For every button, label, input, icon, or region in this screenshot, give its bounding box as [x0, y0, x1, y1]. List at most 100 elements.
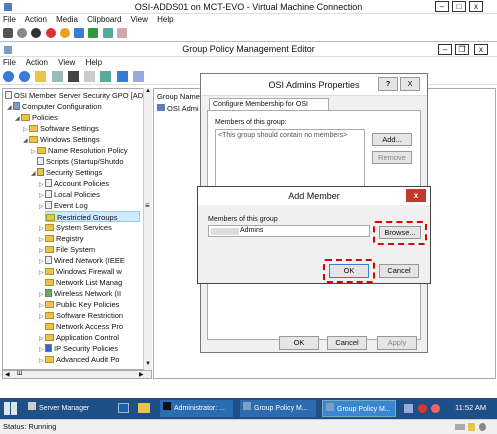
member-name-input[interactable]: Admins — [208, 225, 370, 237]
vm-menu-media[interactable]: Media — [56, 15, 78, 24]
view-icon[interactable] — [132, 71, 144, 82]
add-button[interactable]: Add... — [372, 133, 412, 146]
clock[interactable]: 11:52 AM — [455, 403, 486, 412]
properties-close-button[interactable]: X — [400, 77, 420, 91]
explorer-icon[interactable] — [138, 403, 150, 413]
tree-item[interactable]: Scripts (Startup/Shutdo — [37, 156, 124, 167]
tree-item[interactable]: ▷ Advanced Audit Po — [39, 354, 119, 365]
scroll-right-icon[interactable]: ▶ — [139, 371, 144, 378]
scroll-down-icon[interactable]: ▼ — [145, 361, 151, 367]
powershell-icon[interactable] — [118, 403, 129, 413]
folder-icon — [45, 246, 54, 253]
forward-arrow-icon[interactable] — [19, 71, 31, 82]
scroll-up-icon[interactable]: ▲ — [145, 88, 151, 94]
tree-item[interactable]: ▷ IP Security Policies — [39, 343, 118, 354]
properties-apply-button[interactable]: Apply — [377, 336, 417, 350]
user-icon — [479, 423, 486, 431]
revert-icon[interactable] — [116, 28, 127, 38]
vm-menu-action[interactable]: Action — [25, 15, 47, 24]
tree-item[interactable]: ◢ Policies — [15, 112, 58, 123]
gpme-menu-bar: File Action View Help — [0, 57, 497, 69]
properties-ok-button[interactable]: OK — [279, 336, 319, 350]
scroll-splitter[interactable]: ≡ — [145, 201, 150, 210]
tree-pane[interactable]: OSI Member Server Security GPO [ADI ◢ Com… — [2, 88, 152, 370]
flag-icon[interactable] — [418, 404, 427, 413]
tree-item[interactable]: ▷ Software Settings — [23, 123, 99, 134]
tree-item[interactable]: ◢ Windows Settings — [23, 134, 100, 145]
taskbar-server-manager[interactable]: Server Manager — [25, 400, 99, 417]
ctrl-alt-del-icon[interactable] — [3, 28, 13, 38]
remove-button[interactable]: Remove — [372, 151, 412, 164]
tree-item[interactable]: ▷ Event Log — [39, 200, 88, 211]
vm-menu-view[interactable]: View — [131, 15, 148, 24]
tree-item[interactable]: ▷ Local Policies — [39, 189, 100, 200]
start-button[interactable] — [4, 402, 17, 415]
up-folder-icon[interactable] — [35, 71, 47, 82]
tree-item[interactable]: ▷ System Services — [39, 222, 112, 233]
tree-item[interactable]: ▷ Account Policies — [39, 178, 109, 189]
add-member-cancel-button[interactable]: Cancel — [379, 264, 419, 278]
pause-icon[interactable] — [74, 28, 85, 38]
delete-icon[interactable] — [67, 71, 79, 82]
folder-icon — [21, 114, 30, 121]
taskbar-administrator[interactable]: Administrator: ... — [160, 400, 233, 417]
tree-item[interactable]: ▷ Registry — [39, 233, 84, 244]
tree-item[interactable]: OSI Member Server Security GPO [ADI — [5, 90, 145, 101]
vm-maximize-button[interactable]: □ — [452, 1, 466, 12]
taskbar-group-policy-1[interactable]: Group Policy M... — [240, 400, 316, 417]
start-icon[interactable] — [17, 28, 28, 38]
vm-toolbar — [0, 26, 497, 40]
network-icon[interactable] — [404, 404, 413, 413]
help-button[interactable]: ? — [378, 77, 398, 91]
tree-item[interactable]: ▷ Name Resolution Policy — [31, 145, 128, 156]
tree-item[interactable]: ◢ Security Settings — [31, 167, 102, 178]
tree-item[interactable]: ▷ Software Restriction — [39, 310, 123, 321]
tree-vertical-scrollbar[interactable]: ▲ ≡ ▼ — [143, 88, 152, 370]
vm-menu-clipboard[interactable]: Clipboard — [87, 15, 121, 24]
gpme-close-button[interactable]: x — [474, 44, 488, 55]
power-icon[interactable] — [59, 28, 70, 38]
vm-menu-help[interactable]: Help — [157, 15, 173, 24]
tree-item-selected[interactable]: Restricted Groups — [45, 211, 140, 222]
tree-item[interactable]: ▷ Wired Network (IEEE — [39, 255, 125, 266]
tree-item[interactable]: ◢ Computer Configuration — [7, 101, 102, 112]
checkpoint-icon[interactable] — [102, 28, 113, 38]
export-icon[interactable] — [100, 71, 112, 82]
members-list[interactable]: <This group should contain no members> — [215, 129, 365, 189]
gpme-maximize-button[interactable]: ❐ — [455, 44, 469, 55]
turn-off-icon[interactable] — [31, 28, 42, 38]
properties-icon[interactable] — [84, 71, 96, 82]
vm-menu-file[interactable]: File — [3, 15, 16, 24]
vm-close-button[interactable]: x — [469, 1, 483, 12]
taskbar-group-policy-2[interactable]: Group Policy M... — [322, 400, 396, 417]
scroll-left-icon[interactable]: ◀ — [5, 371, 10, 378]
volume-icon[interactable] — [431, 404, 440, 413]
gpme-menu-file[interactable]: File — [3, 58, 16, 67]
vm-minimize-button[interactable]: – — [435, 1, 449, 12]
gpme-minimize-button[interactable]: – — [438, 44, 452, 55]
tab-configure-membership[interactable]: Configure Membership for OSI Admins — [209, 98, 329, 119]
member-name-value: Admins — [240, 227, 264, 234]
add-member-close-button[interactable]: x — [406, 189, 426, 202]
list-item[interactable]: OSI Admi — [157, 104, 199, 113]
tree-item[interactable]: ▷ File System — [39, 244, 95, 255]
tree-item[interactable]: Network Access Pro — [45, 321, 123, 332]
gpme-menu-help[interactable]: Help — [86, 58, 102, 67]
show-hide-tree-icon[interactable] — [51, 71, 63, 82]
play-icon[interactable] — [88, 28, 99, 38]
help-icon[interactable] — [116, 71, 128, 82]
tree-item[interactable]: ▷ Windows Firewall w — [39, 266, 122, 277]
scroll-grip[interactable]: Ш — [17, 371, 23, 377]
status-text: Status: Running — [3, 422, 57, 431]
tree-item[interactable]: Network List Manag — [45, 277, 122, 288]
tree-item[interactable]: ▷ Application Control — [39, 332, 119, 343]
properties-cancel-button[interactable]: Cancel — [327, 336, 367, 350]
shutdown-icon[interactable] — [45, 28, 56, 38]
tree-horizontal-scrollbar[interactable]: ◀ ▶ Ш — [2, 370, 152, 379]
back-arrow-icon[interactable] — [3, 71, 14, 82]
list-column-header[interactable]: Group Name — [157, 92, 200, 101]
gpme-menu-action[interactable]: Action — [26, 58, 48, 67]
tree-item[interactable]: ▷ Wireless Network (II — [39, 288, 121, 299]
tree-item[interactable]: ▷ Public Key Policies — [39, 299, 119, 310]
gpme-menu-view[interactable]: View — [58, 58, 75, 67]
